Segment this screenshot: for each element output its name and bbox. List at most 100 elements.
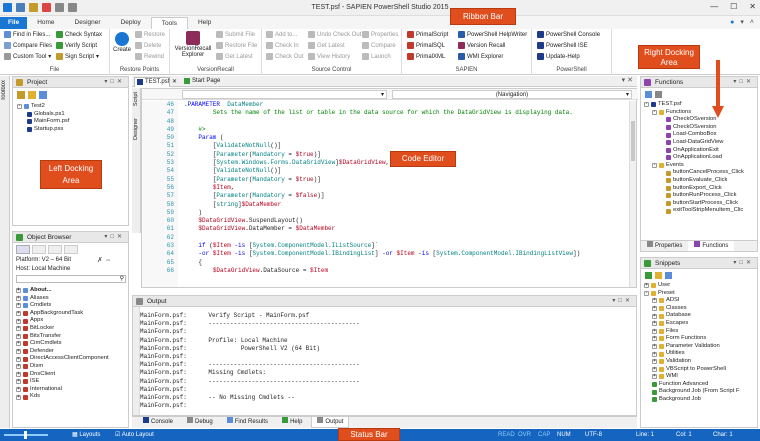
snippet-item[interactable]: + Form Functions [644,335,740,343]
zoom-thumb[interactable] [24,431,27,439]
tab-console[interactable]: Console [138,417,178,428]
get-latest-vr-button[interactable]: Get Latest [216,53,253,60]
tab-output[interactable]: Output [311,417,350,428]
function-item[interactable]: OnApplicationExit [644,147,744,155]
pane-controls[interactable]: ▾□✕ [612,296,633,307]
sort-icon[interactable] [645,91,652,98]
tab-tools[interactable]: Tools [150,17,188,29]
object-browser-item[interactable]: + BitLocker [16,325,109,333]
event-item[interactable]: buttonStartProcess_Click [644,200,744,208]
tab-properties[interactable]: Properties [641,241,688,251]
check-in-button[interactable]: Check In [266,42,299,49]
object-search-input[interactable]: ⚲ [16,275,126,283]
properties-button[interactable]: Properties [362,31,398,38]
create-restore-button[interactable]: Create [113,32,131,53]
function-item[interactable]: CheckOSversion [644,116,744,124]
launch-button[interactable]: Launch [362,53,391,60]
compare-files-button[interactable]: Compare Files [4,42,52,49]
object-browser-item[interactable]: + Defender [16,348,109,356]
function-item[interactable]: OnApplicationLoad [644,154,744,162]
event-item[interactable]: buttonRunProcess_Click [644,192,744,200]
wmi-tab-icon[interactable] [48,245,62,254]
tab-home[interactable]: Home [27,17,64,29]
update-help-button[interactable]: Update-Help [537,53,580,60]
designer-side-tab[interactable]: Designer [133,118,139,140]
object-browser-item[interactable]: + AppBackgroundTask [16,310,109,318]
object-browser-item[interactable]: + Kds [16,393,109,401]
tab-find-results[interactable]: Find Results [222,417,273,428]
view-history-button[interactable]: View History [308,53,350,60]
new-snippet-icon[interactable] [645,272,652,279]
object-browser-item[interactable]: + DirectAccessClientComponent [16,355,109,363]
object-browser-item[interactable]: + BitsTransfer [16,333,109,341]
object-browser-item[interactable]: + Aliases [16,295,109,303]
expander-icon[interactable]: + [652,328,657,334]
delete-button[interactable]: Delete [135,42,161,49]
close-icon[interactable]: ✕ [172,78,177,87]
folder-icon[interactable] [655,272,662,279]
snippet-item[interactable]: + Database [644,312,740,320]
snippet-item[interactable]: + ADSI [644,297,740,305]
encoding-indicator[interactable]: UTF-8 [585,429,602,441]
version-recall-button[interactable]: Version Recall [458,42,505,49]
expander-icon[interactable]: + [652,306,657,312]
powershell-ise-button[interactable]: PowerShell ISE [537,42,588,49]
get-latest-button[interactable]: Get Latest [308,42,345,49]
expander-icon[interactable]: + [16,387,21,393]
pane-controls[interactable]: ▾□✕ [733,77,754,88]
check-out-button[interactable]: Check Out [266,53,303,60]
output-text[interactable]: MainForm.psf: Verify Script - MainForm.p… [140,312,620,424]
dotnet-tab-icon[interactable] [32,245,46,254]
functions-root[interactable]: - TEST.psf [644,101,744,109]
primalxml-button[interactable]: PrimalXML [407,53,445,60]
expander-icon[interactable]: + [16,295,21,301]
tab-functions[interactable]: Functions [688,241,735,251]
object-browser-item[interactable]: + Cmdlets [16,302,109,310]
expander-icon[interactable]: + [652,359,657,365]
snippet-item[interactable]: + Validation [644,358,740,366]
tree-item-file[interactable]: MainForm.psf [17,118,69,126]
expander-icon[interactable]: + [16,333,21,339]
tab-deploy[interactable]: Deploy [111,17,151,29]
tab-debug[interactable]: Debug [182,417,218,428]
expander-icon[interactable]: + [16,379,21,385]
wmi-explorer-button[interactable]: WMI Explorer [458,53,503,60]
minimize-icon[interactable]: — [710,2,718,11]
expander-icon[interactable]: + [652,374,657,380]
snippet-item[interactable]: Background Job [644,396,740,404]
expander-icon[interactable]: + [16,311,21,317]
expander-icon[interactable]: - [652,163,657,169]
tab-help[interactable]: Help [188,17,221,29]
platform-controls[interactable]: ✗ ⇔ [97,256,112,264]
expander-icon[interactable]: + [16,326,21,332]
tab-file[interactable]: File [0,17,28,29]
object-browser-item[interactable]: + Appx [16,317,109,325]
editor-tab-test[interactable]: TEST.psf ✕ [134,77,177,87]
primalsql-button[interactable]: PrimalSQL [407,42,445,49]
function-item[interactable]: CheckOSversion [644,124,744,132]
compare-button[interactable]: Compare [362,42,396,49]
snippet-item[interactable]: + Escapes [644,320,740,328]
expander-icon[interactable]: + [652,321,657,327]
custom-tool-button[interactable]: Custom Tool ▾ [4,53,51,60]
scope-dropdown[interactable]: ▾ [182,90,387,99]
rewind-button[interactable]: Rewind [135,53,164,60]
object-browser-item[interactable]: + ISE [16,378,109,386]
expander-icon[interactable]: - [652,109,657,115]
tree-item-file[interactable]: Globals.ps1 [17,111,69,119]
events-folder[interactable]: - Events [644,162,744,170]
object-browser-item[interactable]: + International [16,386,109,394]
expander-icon[interactable]: + [652,313,657,319]
database-tab-icon[interactable] [64,245,78,254]
zoom-slider[interactable] [4,431,48,439]
event-item[interactable]: buttonCancelProcess_Click [644,169,744,177]
event-item[interactable]: exitToolStripMenuItem_Clic [644,207,744,215]
code-editor[interactable]: ▾ (Navigation) ▾ 46 47 48 49 50 51 52 53 … [141,88,638,288]
event-item[interactable]: buttonExport_Click [644,185,744,193]
expander-icon[interactable]: + [16,394,21,400]
pane-controls[interactable]: ▾□✕ [104,77,125,88]
find-in-files-button[interactable]: Find in Files... [4,31,50,38]
object-browser-item[interactable]: + CimCmdlets [16,340,109,348]
check-syntax-button[interactable]: Check Syntax [56,31,102,38]
powershell-tab-icon[interactable] [16,245,30,254]
